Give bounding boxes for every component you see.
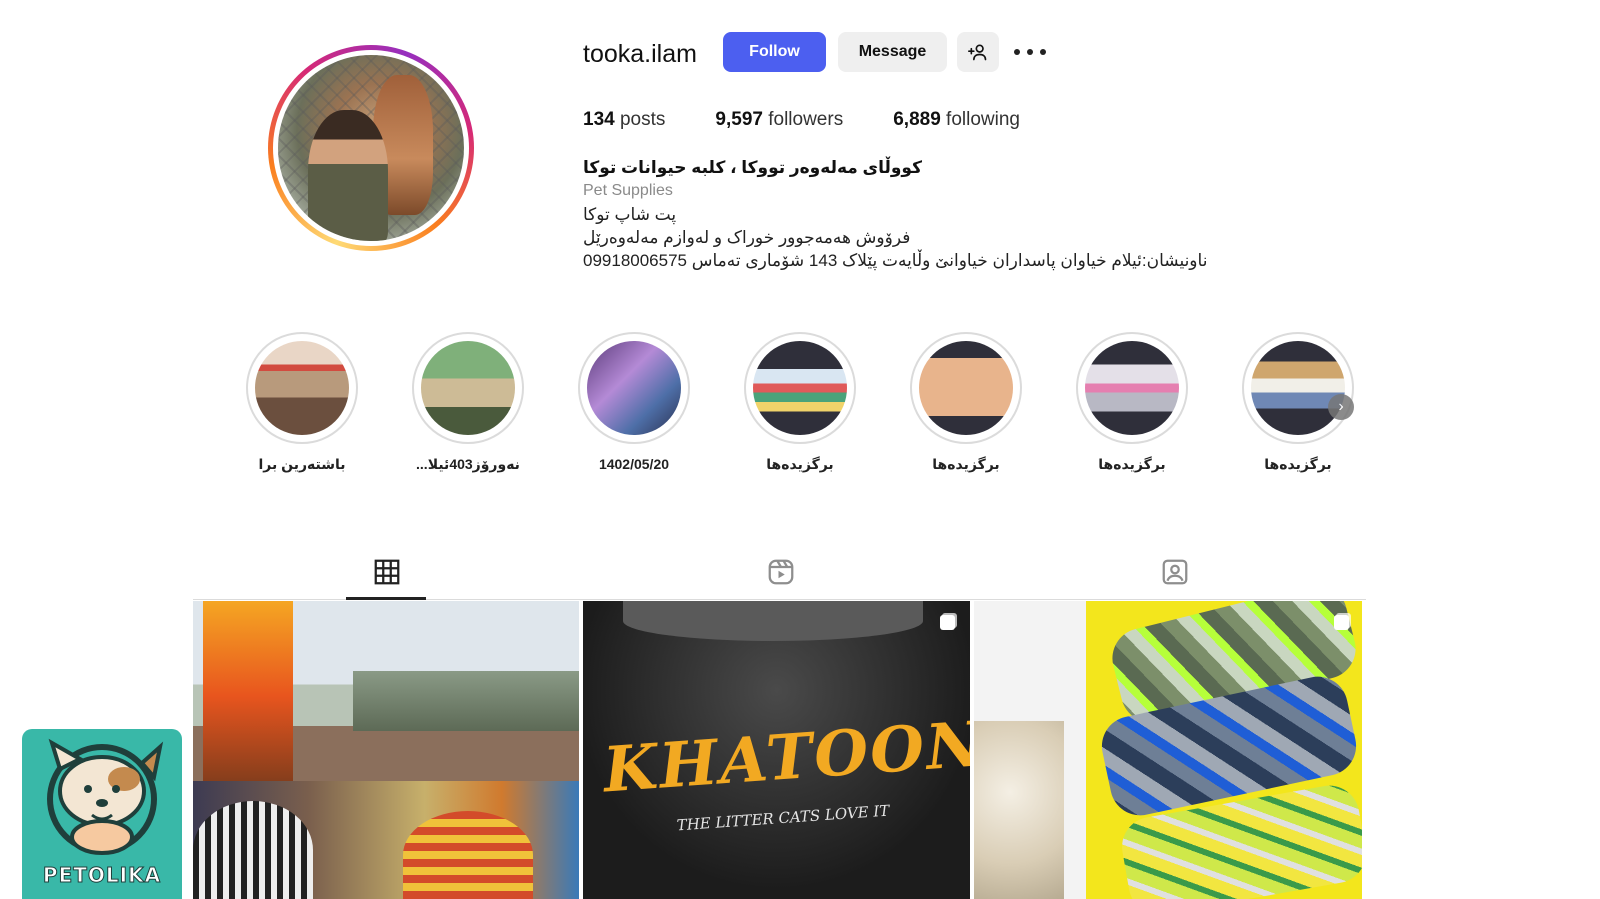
highlight-cover [255,341,349,435]
bio-line: فرۆوش هەمەجوور خوراک و لەوازم مەلەوەرێل [583,228,911,247]
dog-cat-logo-icon [47,738,164,855]
profile-avatar-ring[interactable] [268,45,474,251]
more-dot-icon [1040,49,1046,55]
more-options-button[interactable] [1014,40,1046,64]
profile-stats: 134 posts 9,597 followers 6,889 followin… [583,109,1020,131]
tab-tagged[interactable] [1160,557,1190,592]
add-person-icon [968,44,987,61]
watermark-logo: PETOLIKA [22,729,182,899]
highlight-label: برگزیده‌ها [932,456,1000,472]
multi-post-icon [940,615,955,630]
more-dot-icon [1014,49,1020,55]
highlight-cover [919,341,1013,435]
highlight-cover [587,341,681,435]
highlight-item[interactable] [910,332,1022,444]
highlight-cover [1085,341,1179,435]
highlight-cover [1251,341,1345,435]
tab-reels[interactable] [766,557,796,592]
watermark-text: PETOLIKA [42,863,162,888]
post-tile[interactable]: KHATOON THE LITTER CATS LOVE IT [583,601,970,899]
bio-category: Pet Supplies [583,182,673,199]
highlight-item[interactable] [246,332,358,444]
highlight-label: نەورۆز403ئیلا... [416,456,520,472]
follow-button[interactable]: Follow [723,32,826,72]
chevron-right-icon: › [1338,398,1344,415]
more-dot-icon [1027,49,1033,55]
following-link[interactable]: 6,889 following [893,109,1020,131]
highlight-item[interactable] [578,332,690,444]
highlight-item[interactable] [412,332,524,444]
highlight-label: 1402/05/20 [598,456,670,472]
highlight-label: باشتەرین برا [258,456,346,472]
highlight-cover [421,341,515,435]
highlight-item[interactable] [1242,332,1354,444]
profile-avatar [278,55,464,241]
bio-name: کووڵای مەلەوەر تووکا ، کلبه حیوانات توکا [583,158,922,177]
highlight-item[interactable] [1076,332,1188,444]
highlight-label: برگزیده‌ها [1264,456,1332,472]
post-tile[interactable] [193,601,579,899]
highlight-label: برگزیده‌ها [766,456,834,472]
highlight-item[interactable] [744,332,856,444]
posts-count: 134 posts [583,109,666,130]
highlight-label: برگزیده‌ها [1098,456,1166,472]
multi-post-icon [1334,615,1349,630]
post-tile[interactable] [974,601,1362,899]
bio-line: ناونیشان:ئیلام خیاوان پاسداران خیاوانێ و… [583,251,1208,270]
grid-icon [374,559,400,585]
bio-line: پت شاپ توکا [583,205,677,224]
highlight-cover [753,341,847,435]
suggest-users-button[interactable] [957,32,999,72]
followers-link[interactable]: 9,597 followers [715,109,843,131]
reels-icon [768,559,794,585]
active-tab-indicator [346,597,426,600]
tab-posts[interactable] [372,557,402,592]
highlights-next-button[interactable]: › [1328,394,1354,420]
profile-username: tooka.ilam [583,40,697,68]
tagged-icon [1162,559,1188,585]
message-button[interactable]: Message [838,32,947,72]
